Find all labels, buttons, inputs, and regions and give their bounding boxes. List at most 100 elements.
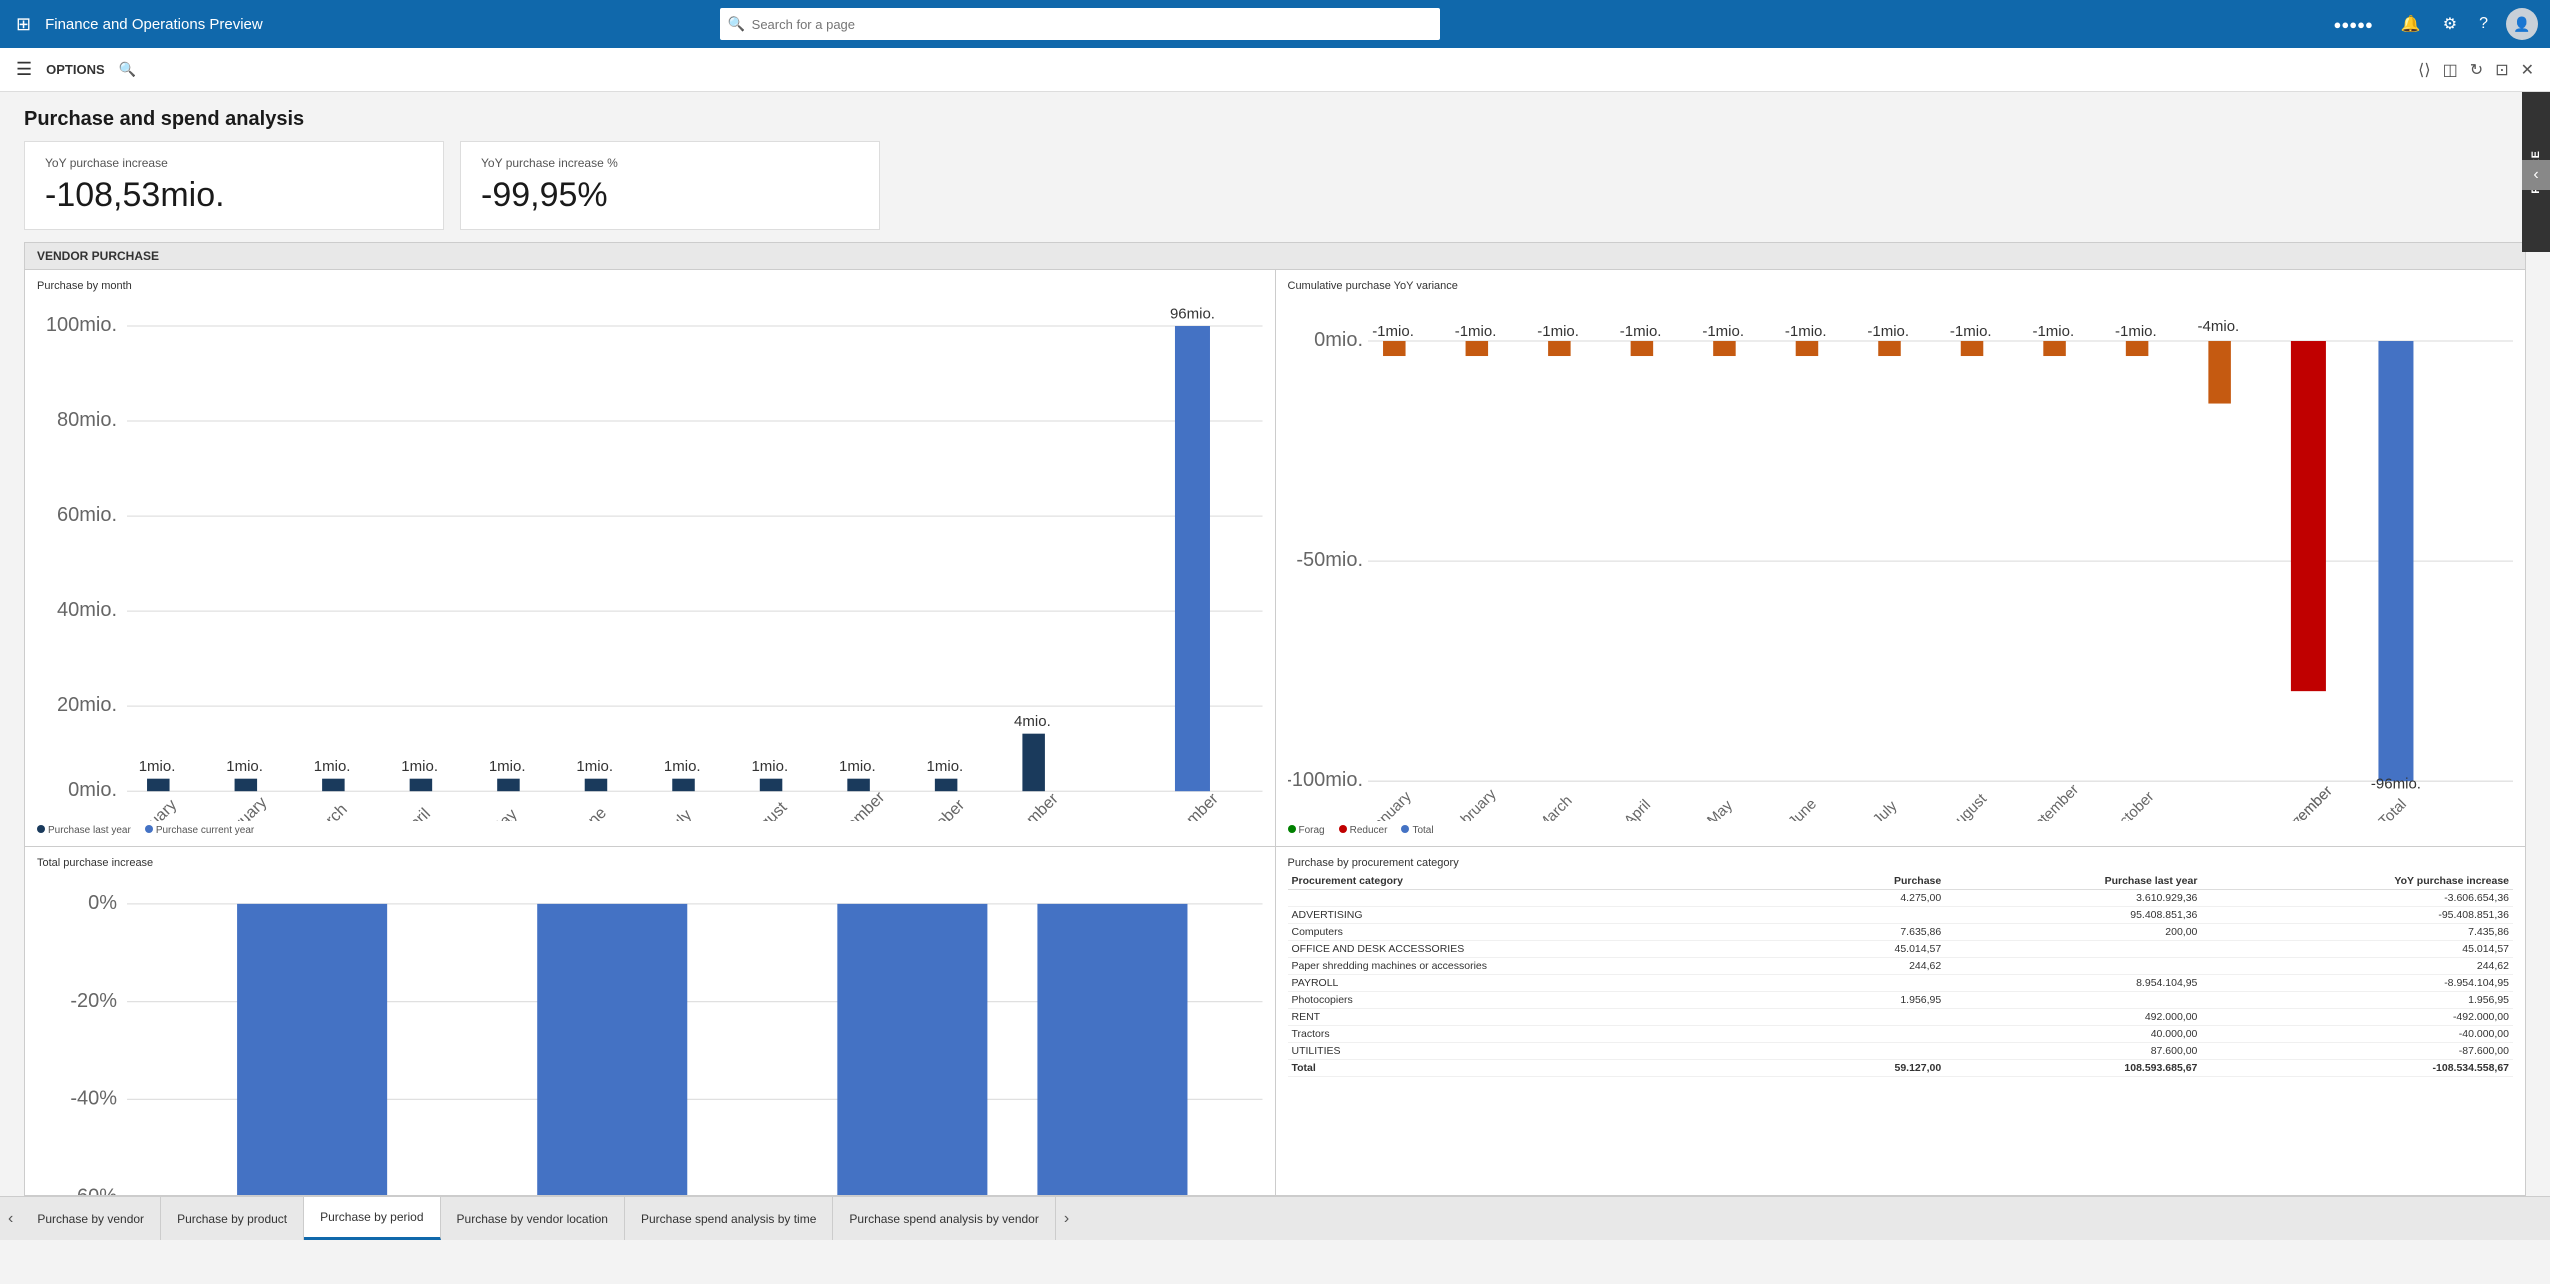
purchase-by-month-chart: 100mio. 80mio. 60mio. 40mio. 20mio. 0mio…: [37, 296, 1263, 836]
options-label[interactable]: OPTIONS: [46, 62, 105, 77]
table-cell-purchase: 7.635,86: [1805, 924, 1945, 941]
refresh-icon[interactable]: ↻: [2470, 60, 2483, 80]
svg-text:100mio.: 100mio.: [46, 314, 117, 336]
second-toolbar: ☰ OPTIONS 🔍 ⟨⟩ ◫ ↻ ⊡ ✕: [0, 48, 2550, 92]
search-icon: 🔍: [728, 16, 745, 33]
svg-text:1mio.: 1mio.: [226, 758, 263, 775]
svg-text:40mio.: 40mio.: [57, 599, 117, 621]
table-cell-category: Computers: [1288, 924, 1805, 941]
kpi-card-0: YoY purchase increase -108,53mio.: [24, 141, 444, 230]
svg-text:-96mio.: -96mio.: [2370, 776, 2420, 793]
tab-purchase-by-product[interactable]: Purchase by product: [161, 1197, 304, 1240]
table-cell-category: RENT: [1288, 1009, 1805, 1026]
close-icon[interactable]: ✕: [2521, 60, 2534, 80]
svg-text:March: March: [306, 800, 351, 821]
cumulative-purchase-title: Cumulative purchase YoY variance: [1288, 280, 2514, 292]
table-cell-yoy: 45.014,57: [2201, 941, 2513, 958]
purchase-by-month-title: Purchase by month: [37, 280, 1263, 292]
charts-container: VENDOR PURCHASE Purchase by month 100mio…: [24, 242, 2526, 1196]
svg-text:July: July: [1869, 797, 1900, 821]
svg-text:1mio.: 1mio.: [839, 758, 876, 775]
table-cell-purchase: 4.275,00: [1805, 890, 1945, 907]
tab-prev-button[interactable]: ‹: [0, 1197, 21, 1240]
svg-text:-1mio.: -1mio.: [1784, 323, 1826, 340]
total-purchase-increase-chart: 0% -20% -40% -60% -80% -100%: [37, 873, 1263, 1196]
legend-current-year: Purchase current year: [156, 825, 254, 836]
table-cell-yoy: -3.606.654,36: [2201, 890, 2513, 907]
svg-text:-40%: -40%: [70, 1087, 117, 1109]
svg-text:May: May: [486, 805, 521, 821]
svg-text:1mio.: 1mio.: [927, 758, 964, 775]
kpi-value-1: -99,95%: [481, 176, 859, 215]
vendor-purchase-header: VENDOR PURCHASE: [25, 243, 2525, 270]
tab-purchase-by-vendor[interactable]: Purchase by vendor: [21, 1197, 161, 1240]
kpi-label-0: YoY purchase increase: [45, 156, 423, 170]
svg-text:January: January: [127, 795, 181, 821]
svg-text:April: April: [398, 805, 434, 821]
table-cell-last_year: 108.593.685,67: [1945, 1060, 2201, 1077]
col-header-yoy: YoY purchase increase: [2201, 873, 2513, 890]
table-cell-category: Total: [1288, 1060, 1805, 1077]
tab-purchase-spend-by-time[interactable]: Purchase spend analysis by time: [625, 1197, 833, 1240]
table-cell-purchase: [1805, 1026, 1945, 1043]
table-cell-last_year: 40.000,00: [1945, 1026, 2201, 1043]
tab-purchase-spend-by-vendor[interactable]: Purchase spend analysis by vendor: [833, 1197, 1055, 1240]
table-cell-last_year: [1945, 941, 2201, 958]
svg-text:4mio.: 4mio.: [1014, 713, 1051, 730]
table-cell-purchase: [1805, 975, 1945, 992]
svg-text:-1mio.: -1mio.: [1537, 323, 1579, 340]
col-header-category: Procurement category: [1288, 873, 1805, 890]
settings-button[interactable]: ⚙: [2439, 10, 2461, 38]
hamburger-icon[interactable]: ☰: [16, 59, 32, 80]
filter-collapse-button[interactable]: ‹: [2522, 160, 2550, 190]
search-input[interactable]: [720, 8, 1440, 40]
svg-text:July: July: [662, 805, 696, 821]
svg-text:June: June: [572, 804, 610, 821]
table-cell-purchase: 244,62: [1805, 958, 1945, 975]
table-cell-purchase: 45.014,57: [1805, 941, 1945, 958]
svg-text:-1mio.: -1mio.: [1702, 323, 1744, 340]
total-purchase-increase-title: Total purchase increase: [37, 857, 1263, 869]
svg-text:60mio.: 60mio.: [57, 504, 117, 526]
total-increase-svg: 0% -20% -40% -60% -80% -100%: [37, 873, 1263, 1196]
svg-text:April: April: [1620, 796, 1653, 821]
purchase-by-month-svg: 100mio. 80mio. 60mio. 40mio. 20mio. 0mio…: [37, 296, 1263, 821]
help-button[interactable]: ?: [2475, 11, 2492, 37]
svg-text:-100mio.: -100mio.: [1288, 769, 1363, 791]
tab-purchase-by-period[interactable]: Purchase by period: [304, 1197, 440, 1240]
table-cell-last_year: 3.610.929,36: [1945, 890, 2201, 907]
table-cell-yoy: 7.435,86: [2201, 924, 2513, 941]
code-icon[interactable]: ⟨⟩: [2418, 60, 2430, 80]
kpi-value-0: -108,53mio.: [45, 176, 423, 215]
svg-text:September: September: [819, 788, 888, 821]
avatar[interactable]: 👤: [2506, 8, 2538, 40]
svg-text:February: February: [212, 793, 271, 822]
table-cell-last_year: 200,00: [1945, 924, 2201, 941]
cumulative-chart: 0mio. -50mio. -100mio.: [1288, 296, 2514, 836]
resize-icon[interactable]: ⊡: [2495, 60, 2508, 80]
table-cell-yoy: -40.000,00: [2201, 1026, 2513, 1043]
svg-text:1mio.: 1mio.: [314, 758, 351, 775]
tab-next-button[interactable]: ›: [1056, 1197, 1077, 1240]
col-header-last-year: Purchase last year: [1945, 873, 2201, 890]
top-navigation: ⊞ Finance and Operations Preview 🔍 ●●●●●…: [0, 0, 2550, 48]
table-row: ADVERTISING95.408.851,36-95.408.851,36: [1288, 907, 2514, 924]
table-cell-yoy: -492.000,00: [2201, 1009, 2513, 1026]
svg-text:December: December: [2274, 783, 2335, 822]
svg-text:1mio.: 1mio.: [489, 758, 526, 775]
layers-icon[interactable]: ◫: [2443, 60, 2458, 80]
user-name-display[interactable]: ●●●●●: [2324, 13, 2383, 36]
svg-text:October: October: [915, 795, 969, 821]
svg-text:November: November: [996, 789, 1062, 821]
app-title: Finance and Operations Preview: [45, 16, 263, 33]
total-purchase-increase-panel: Total purchase increase 0% -20% -40% -60…: [25, 847, 1275, 1196]
notifications-button[interactable]: 🔔: [2397, 10, 2425, 38]
table-row: Total59.127,00108.593.685,67-108.534.558…: [1288, 1060, 2514, 1077]
grid-icon[interactable]: ⊞: [12, 10, 35, 39]
charts-grid: Purchase by month 100mio. 80mio. 60mio. …: [25, 270, 2525, 1196]
toolbar-search-icon[interactable]: 🔍: [119, 61, 136, 78]
tab-purchase-by-vendor-location[interactable]: Purchase by vendor location: [441, 1197, 625, 1240]
svg-text:August: August: [742, 798, 791, 821]
svg-text:-1mio.: -1mio.: [1949, 323, 1991, 340]
svg-text:-50mio.: -50mio.: [1296, 549, 1363, 571]
